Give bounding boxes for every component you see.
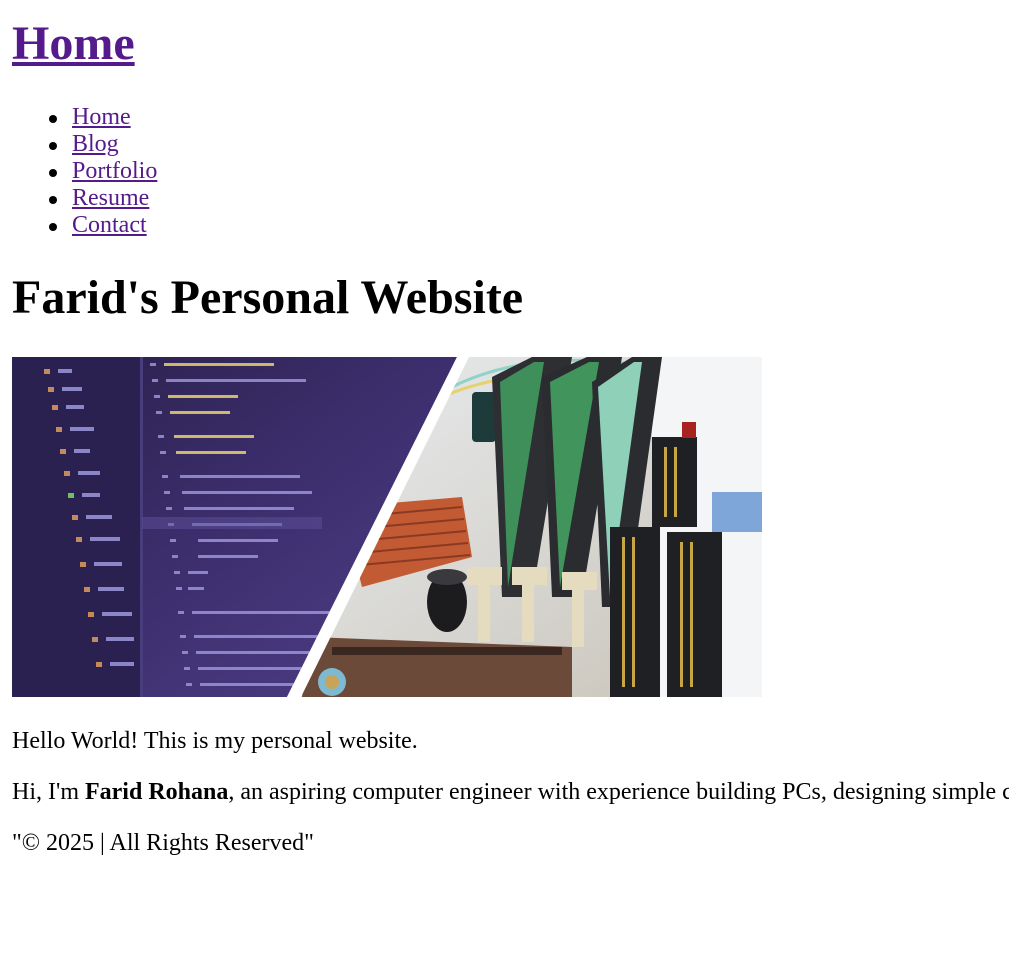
intro-text: Hi, I'm Farid Rohana, an aspiring comput… bbox=[12, 778, 1009, 806]
site-title: Home bbox=[12, 14, 1009, 74]
page-heading: Farid's Personal Website bbox=[12, 271, 524, 324]
greeting-text: Hello World! This is my personal website… bbox=[12, 728, 418, 754]
bullet-icon bbox=[49, 196, 57, 204]
footer-copyright: "© 2025 | All Rights Reserved" bbox=[12, 830, 314, 856]
nav-link-portfolio[interactable]: Portfolio bbox=[72, 158, 157, 184]
main-nav: Home Blog Portfolio Resume Contact bbox=[12, 104, 1009, 239]
nav-item-home: Home bbox=[49, 104, 1009, 131]
nav-item-resume: Resume bbox=[49, 185, 1009, 212]
nav-link-resume[interactable]: Resume bbox=[72, 185, 149, 211]
author-name: Farid Rohana bbox=[84, 779, 229, 805]
nav-link-contact[interactable]: Contact bbox=[72, 212, 147, 238]
nav-link-blog[interactable]: Blog bbox=[72, 131, 119, 157]
nav-item-contact: Contact bbox=[49, 212, 1009, 239]
page: Home Home Blog Portfolio Resume Contact … bbox=[0, 0, 1009, 960]
nav-link-home[interactable]: Home bbox=[72, 104, 131, 130]
intro-suffix: , an aspiring computer engineer with exp… bbox=[228, 779, 1009, 805]
bullet-icon bbox=[49, 223, 57, 231]
bullet-icon bbox=[49, 115, 57, 123]
nav-item-blog: Blog bbox=[49, 131, 1009, 158]
intro-prefix: Hi, I'm bbox=[12, 779, 85, 805]
bullet-icon bbox=[49, 169, 57, 177]
hero-image bbox=[12, 357, 762, 697]
bullet-icon bbox=[49, 142, 57, 150]
nav-item-portfolio: Portfolio bbox=[49, 158, 1009, 185]
home-title-link[interactable]: Home bbox=[12, 17, 135, 70]
